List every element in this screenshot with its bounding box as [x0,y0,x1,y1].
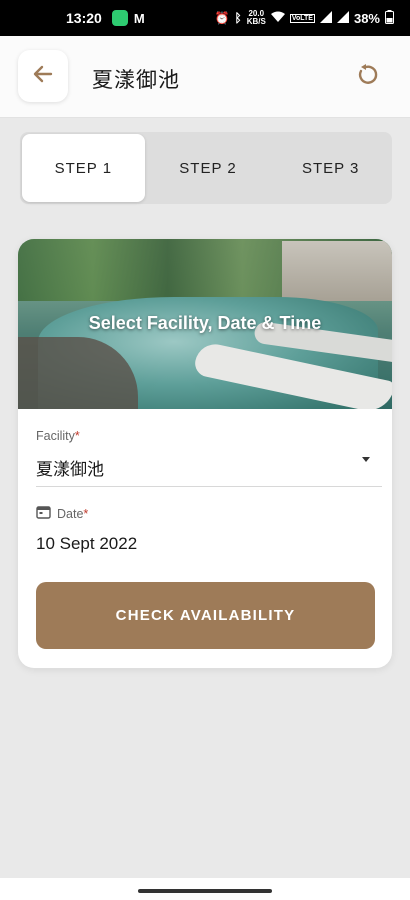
date-label-text: Date [57,506,84,521]
data-speed: 20.0 KB/S [247,10,266,26]
date-field[interactable]: Date* 10 Sept 2022 [36,505,382,554]
app-bar: 夏漾御池 [0,36,410,118]
check-availability-button[interactable]: CHECK AVAILABILITY [36,582,375,649]
status-time: 13:20 [66,10,102,26]
battery-icon [385,9,394,27]
calendar-icon [36,505,51,522]
home-gesture-handle[interactable] [138,889,272,893]
bluetooth-icon: ᛒ [234,11,242,25]
tab-step-3[interactable]: STEP 3 [269,132,392,204]
data-speed-unit: KB/S [246,17,266,26]
wifi-icon [270,11,285,26]
signal-icon-2 [336,10,349,26]
booking-card: Select Facility, Date & Time Facility* 夏… [18,239,392,668]
refresh-icon [355,63,379,92]
caret-down-icon [362,457,370,462]
status-bar: 13:20 M ⏰ ᛒ 20.0 KB/S VoLTE 38% [0,0,410,36]
gmail-icon: M [133,10,145,26]
tab-step-1[interactable]: STEP 1 [22,134,145,202]
alarm-icon: ⏰ [214,11,230,25]
facility-value: 夏漾御池 [36,460,104,479]
date-value: 10 Sept 2022 [36,534,138,553]
required-mark: * [74,429,80,443]
facility-label: Facility* [36,429,382,443]
network-label: VoLTE [289,13,315,23]
tab-step-2[interactable]: STEP 2 [147,132,270,204]
step-3-label: STEP 3 [301,159,360,177]
facility-select[interactable]: Facility* 夏漾御池 [36,429,382,487]
battery-percent: 38% [353,10,380,26]
hero-title: Select Facility, Date & Time [88,313,322,333]
step-2-label: STEP 2 [179,159,237,177]
facility-label-text: Facility [36,429,75,443]
back-button[interactable] [18,50,68,102]
required-mark: * [83,506,89,521]
arrow-left-icon [32,63,54,90]
refresh-button[interactable] [352,62,382,92]
step-tabs: STEP 1 STEP 2 STEP 3 [20,132,392,204]
notification-icons: M [111,10,145,26]
signal-icon [319,10,332,26]
hero-image: Select Facility, Date & Time [18,239,392,409]
hero-building [282,241,392,301]
chat-app-icon [111,10,128,26]
date-label: Date* [36,505,382,522]
step-1-label: STEP 1 [54,159,113,177]
page-title: 夏漾御池 [92,69,180,92]
system-nav-bar [0,878,410,900]
status-right: ⏰ ᛒ 20.0 KB/S VoLTE 38% [214,9,394,27]
